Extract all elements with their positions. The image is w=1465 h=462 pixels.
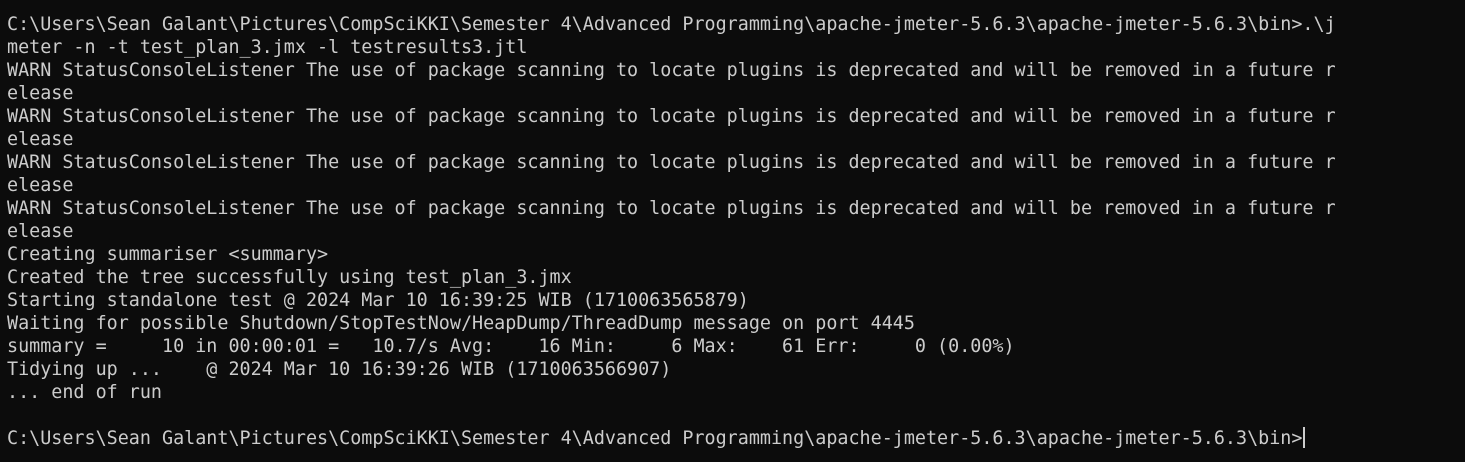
output-line: Creating summariser <summary> [7,244,329,265]
warning-line-continuation: elease [7,221,74,242]
warning-line-continuation: elease [7,175,74,196]
warning-line: WARN StatusConsoleListener The use of pa… [7,60,1336,81]
output-line: ... end of run [7,382,163,403]
command-line: C:\Users\Sean Galant\Pictures\CompSciKKI… [7,14,1336,35]
current-prompt[interactable]: C:\Users\Sean Galant\Pictures\CompSciKKI… [7,427,1465,450]
warning-line-continuation: elease [7,83,74,104]
text-cursor [1303,427,1306,448]
warning-line: WARN StatusConsoleListener The use of pa… [7,198,1336,219]
output-line: Starting standalone test @ 2024 Mar 10 1… [7,290,749,311]
warning-line: WARN StatusConsoleListener The use of pa… [7,106,1336,127]
output-line: Tidying up ... @ 2024 Mar 10 16:39:26 WI… [7,359,672,380]
output-line: Waiting for possible Shutdown/StopTestNo… [7,313,915,334]
summary-line: summary = 10 in 00:00:01 = 10.7/s Avg: 1… [7,336,1015,357]
prompt-text: C:\Users\Sean Galant\Pictures\CompSciKKI… [7,428,1303,449]
warning-line-continuation: elease [7,129,74,150]
warning-line: WARN StatusConsoleListener The use of pa… [7,152,1336,173]
command-line-continuation: meter -n -t test_plan_3.jmx -l testresul… [7,37,528,58]
terminal-window[interactable]: C:\Users\Sean Galant\Pictures\CompSciKKI… [0,0,1465,462]
output-line: Created the tree successfully using test… [7,267,572,288]
